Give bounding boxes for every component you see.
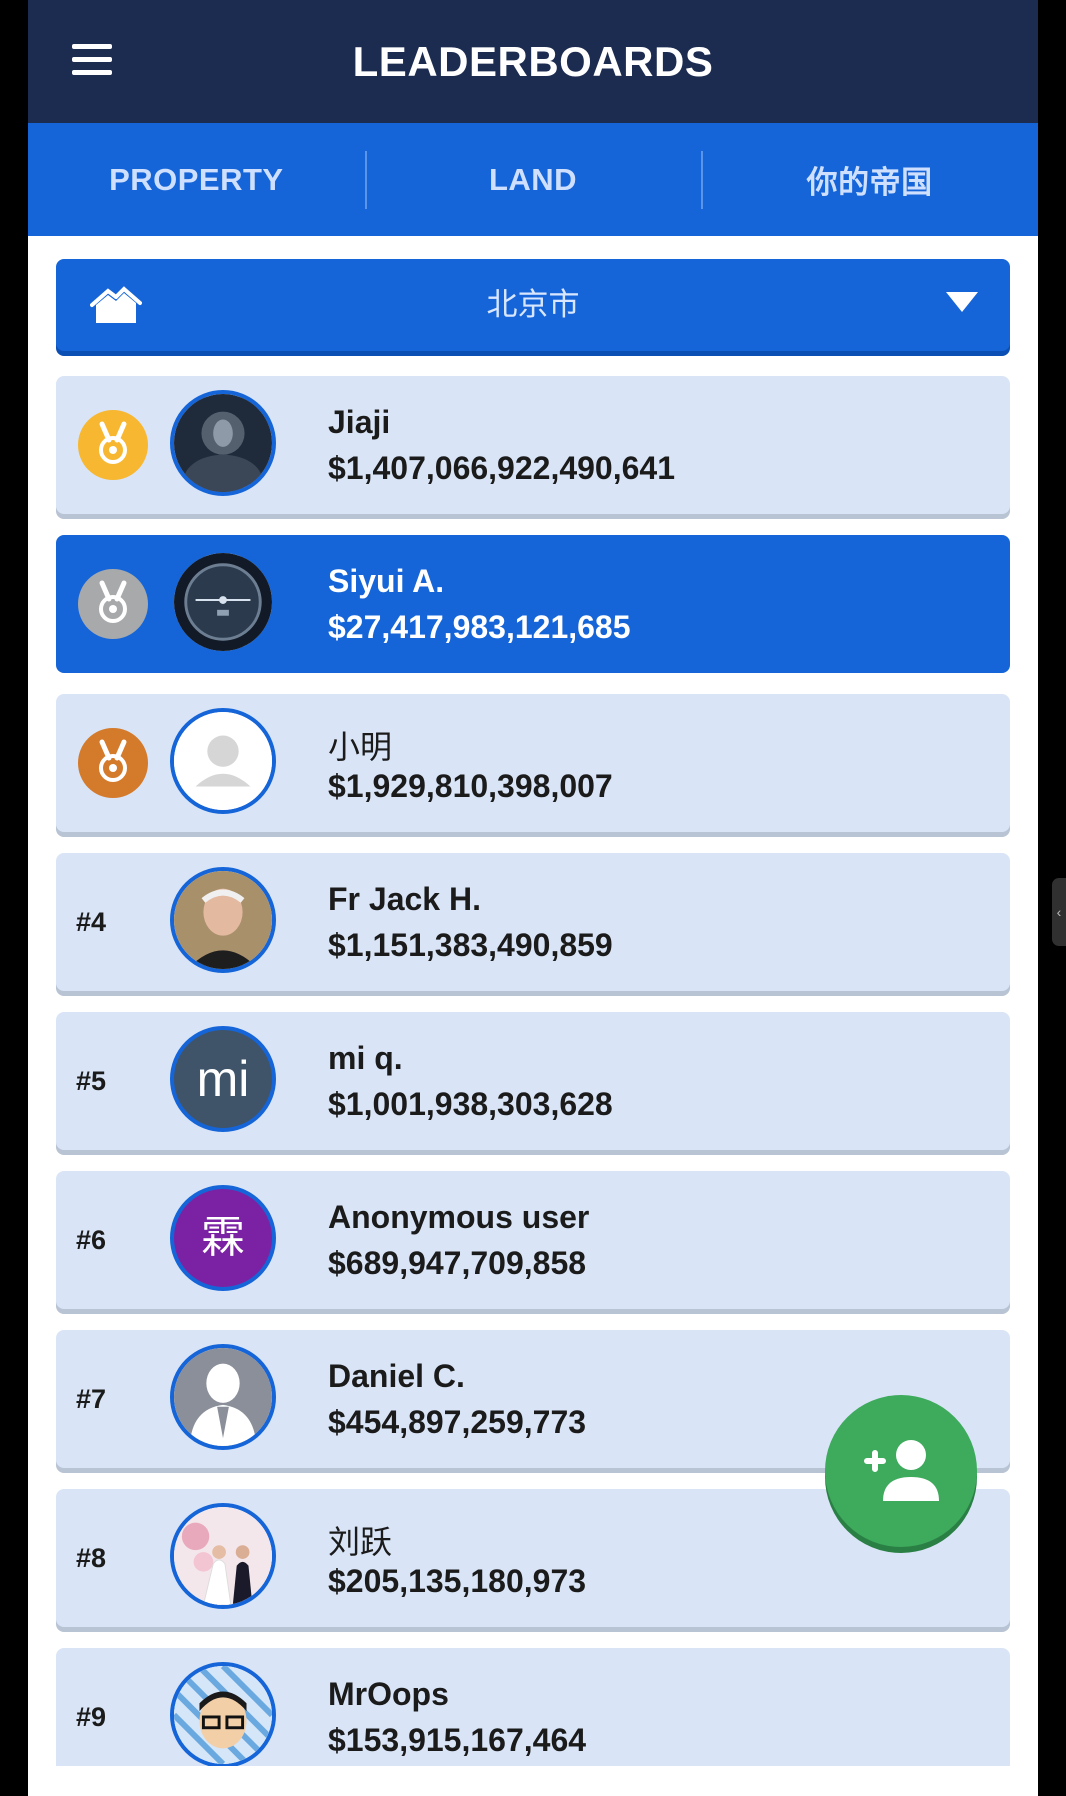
leaderboards-app: LEADERBOARDS PROPERTY LAND 你的帝国 北京市 Jiaj…: [28, 0, 1038, 1796]
silver-medal-icon: [78, 569, 148, 639]
category-tabs: PROPERTY LAND 你的帝国: [28, 123, 1038, 236]
top-app-bar: LEADERBOARDS: [28, 0, 1038, 123]
leaderboard-row[interactable]: #5 mi mi q. $1,001,938,303,628: [56, 1012, 1010, 1150]
rank-number: #5: [76, 1066, 107, 1096]
avatar-initials: mi: [196, 1051, 250, 1107]
add-person-icon: [864, 1440, 939, 1501]
avatar: mi: [170, 1026, 276, 1132]
avatar-initials: 霖: [201, 1213, 245, 1262]
tab-property[interactable]: PROPERTY: [28, 123, 365, 236]
player-value: $454,897,259,773: [328, 1404, 587, 1440]
avatar: [170, 390, 276, 496]
avatar: [170, 1344, 276, 1450]
rank-number: #4: [76, 907, 107, 937]
leaderboard-row-current-user[interactable]: Siyui A. $27,417,983,121,685: [56, 535, 1010, 673]
city-dropdown[interactable]: 北京市: [56, 259, 1010, 351]
leaderboard-row[interactable]: 小明 $1,929,810,398,007: [56, 694, 1010, 832]
player-value: $689,947,709,858: [328, 1245, 587, 1281]
player-name: mi q.: [328, 1040, 403, 1076]
player-name: MrOops: [328, 1676, 449, 1712]
player-name: 小明: [328, 729, 393, 765]
add-friend-button[interactable]: [825, 1395, 977, 1547]
page-title: LEADERBOARDS: [352, 38, 714, 85]
player-name: Siyui A.: [328, 563, 445, 599]
default-avatar-icon: [170, 708, 276, 814]
player-value: $205,135,180,973: [328, 1563, 587, 1599]
avatar: [170, 867, 276, 973]
player-name: Daniel C.: [328, 1358, 465, 1394]
gold-medal-icon: [78, 410, 148, 480]
city-label: 北京市: [486, 287, 580, 322]
rank-number: #7: [76, 1384, 107, 1414]
tab-land[interactable]: LAND: [364, 123, 702, 236]
player-value: $27,417,983,121,685: [328, 609, 631, 645]
leaderboard-row[interactable]: #4 Fr Jack H. $1,151,383,490,859: [56, 853, 1010, 991]
bottom-area: [28, 1766, 1038, 1796]
player-value: $153,915,167,464: [328, 1722, 587, 1758]
leaderboard-row[interactable]: #6 霖 Anonymous user $689,947,709,858: [56, 1171, 1010, 1309]
bronze-medal-icon: [78, 728, 148, 798]
device-screen: LEADERBOARDS PROPERTY LAND 你的帝国 北京市 Jiaj…: [0, 0, 1066, 1796]
player-name: Jiaji: [328, 404, 391, 440]
avatar: [170, 549, 276, 655]
avatar: [170, 1662, 276, 1768]
player-name: 刘跃: [328, 1524, 393, 1560]
hamburger-menu-icon[interactable]: [72, 44, 112, 76]
tab-your-empire[interactable]: 你的帝国: [701, 123, 1038, 236]
player-name: Fr Jack H.: [328, 881, 481, 917]
rank-number: #6: [76, 1225, 107, 1255]
player-value: $1,001,938,303,628: [328, 1086, 613, 1122]
player-value: $1,407,066,922,490,641: [328, 450, 675, 486]
edge-panel-handle[interactable]: ‹: [1052, 878, 1066, 946]
player-name: Anonymous user: [328, 1199, 590, 1235]
avatar: [170, 1503, 276, 1609]
chevron-down-icon: [946, 292, 978, 312]
leaderboard-row[interactable]: Jiaji $1,407,066,922,490,641: [56, 376, 1010, 514]
player-value: $1,929,810,398,007: [328, 768, 613, 804]
rank-number: #8: [76, 1543, 107, 1573]
player-value: $1,151,383,490,859: [328, 927, 613, 963]
avatar: 霖: [170, 1185, 276, 1291]
